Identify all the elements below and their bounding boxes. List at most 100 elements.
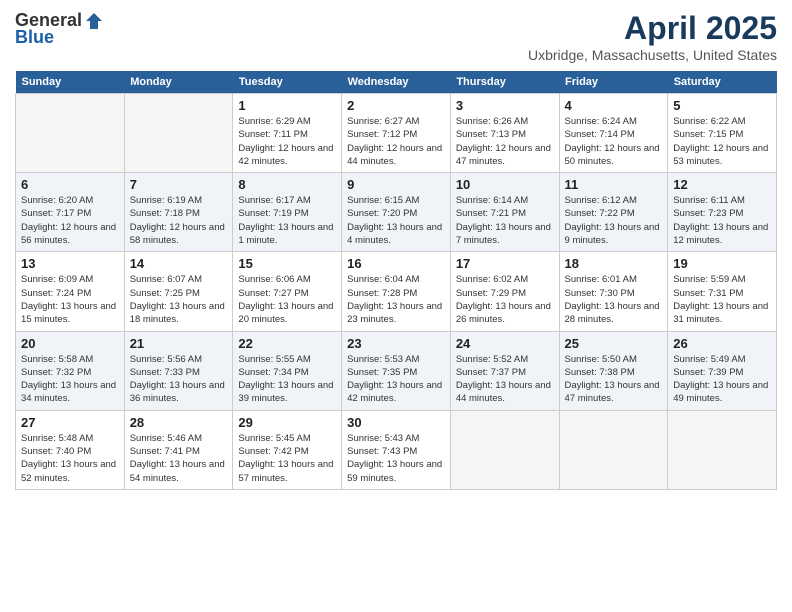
day-number: 28 (130, 415, 228, 430)
calendar-cell: 18 Sunrise: 6:01 AMSunset: 7:30 PMDayligh… (559, 252, 668, 331)
cell-info: Sunrise: 5:43 AMSunset: 7:43 PMDaylight:… (347, 432, 445, 485)
day-number: 9 (347, 177, 445, 192)
day-number: 16 (347, 256, 445, 271)
calendar-cell: 20Sunrise: 5:58 AMSunset: 7:32 PMDayligh… (16, 331, 125, 410)
calendar-cell: 10 Sunrise: 6:14 AMSunset: 7:21 PMDayligh… (450, 173, 559, 252)
calendar-cell: 9 Sunrise: 6:15 AMSunset: 7:20 PMDaylight… (342, 173, 451, 252)
day-header-thursday: Thursday (450, 71, 559, 94)
cell-info: Sunrise: 6:01 AMSunset: 7:30 PMDaylight:… (565, 273, 663, 326)
calendar-cell (668, 410, 777, 489)
calendar-cell: 15Sunrise: 6:06 AMSunset: 7:27 PMDayligh… (233, 252, 342, 331)
calendar-week-row: 20Sunrise: 5:58 AMSunset: 7:32 PMDayligh… (16, 331, 777, 410)
cell-info: Sunrise: 6:27 AMSunset: 7:12 PMDaylight:… (347, 115, 445, 168)
cell-info: Sunrise: 6:04 AMSunset: 7:28 PMDaylight:… (347, 273, 445, 326)
day-number: 24 (456, 336, 554, 351)
calendar-cell: 5 Sunrise: 6:22 AMSunset: 7:15 PMDaylight… (668, 94, 777, 173)
day-number: 22 (238, 336, 336, 351)
day-number: 1 (238, 98, 336, 113)
calendar-table: SundayMondayTuesdayWednesdayThursdayFrid… (15, 71, 777, 490)
calendar-cell: 2 Sunrise: 6:27 AMSunset: 7:12 PMDaylight… (342, 94, 451, 173)
cell-info: Sunrise: 5:50 AMSunset: 7:38 PMDaylight:… (565, 353, 663, 406)
cell-info: Sunrise: 6:19 AMSunset: 7:18 PMDaylight:… (130, 194, 228, 247)
cell-info: Sunrise: 6:22 AMSunset: 7:15 PMDaylight:… (673, 115, 771, 168)
calendar-cell: 3Sunrise: 6:26 AMSunset: 7:13 PMDaylight… (450, 94, 559, 173)
day-number: 18 (565, 256, 663, 271)
cell-info: Sunrise: 5:48 AMSunset: 7:40 PMDaylight:… (21, 432, 119, 485)
cell-info: Sunrise: 6:29 AMSunset: 7:11 PMDaylight:… (238, 115, 336, 168)
logo: General Blue (15, 10, 104, 48)
calendar-week-row: 13 Sunrise: 6:09 AMSunset: 7:24 PMDayligh… (16, 252, 777, 331)
calendar-cell: 1 Sunrise: 6:29 AMSunset: 7:11 PMDaylight… (233, 94, 342, 173)
days-header-row: SundayMondayTuesdayWednesdayThursdayFrid… (16, 71, 777, 94)
cell-info: Sunrise: 6:11 AMSunset: 7:23 PMDaylight:… (673, 194, 771, 247)
day-number: 21 (130, 336, 228, 351)
day-number: 30 (347, 415, 445, 430)
day-header-tuesday: Tuesday (233, 71, 342, 94)
calendar-cell: 28 Sunrise: 5:46 AMSunset: 7:41 PMDayligh… (124, 410, 233, 489)
day-number: 29 (238, 415, 336, 430)
cell-info: Sunrise: 6:15 AMSunset: 7:20 PMDaylight:… (347, 194, 445, 247)
day-header-saturday: Saturday (668, 71, 777, 94)
day-number: 27 (21, 415, 119, 430)
calendar-cell: 23 Sunrise: 5:53 AMSunset: 7:35 PMDayligh… (342, 331, 451, 410)
calendar-cell: 14Sunrise: 6:07 AMSunset: 7:25 PMDayligh… (124, 252, 233, 331)
calendar-cell: 13 Sunrise: 6:09 AMSunset: 7:24 PMDayligh… (16, 252, 125, 331)
calendar-cell: 26 Sunrise: 5:49 AMSunset: 7:39 PMDayligh… (668, 331, 777, 410)
cell-info: Sunrise: 6:09 AMSunset: 7:24 PMDaylight:… (21, 273, 119, 326)
day-number: 6 (21, 177, 119, 192)
cell-info: Sunrise: 5:52 AMSunset: 7:37 PMDaylight:… (456, 353, 554, 406)
cell-info: Sunrise: 5:46 AMSunset: 7:41 PMDaylight:… (130, 432, 228, 485)
day-number: 7 (130, 177, 228, 192)
day-header-wednesday: Wednesday (342, 71, 451, 94)
cell-info: Sunrise: 6:14 AMSunset: 7:21 PMDaylight:… (456, 194, 554, 247)
day-number: 2 (347, 98, 445, 113)
location-text: Uxbridge, Massachusetts, United States (528, 47, 777, 63)
day-number: 19 (673, 256, 771, 271)
day-number: 17 (456, 256, 554, 271)
calendar-cell: 17 Sunrise: 6:02 AMSunset: 7:29 PMDayligh… (450, 252, 559, 331)
calendar-week-row: 1 Sunrise: 6:29 AMSunset: 7:11 PMDaylight… (16, 94, 777, 173)
title-block: April 2025 Uxbridge, Massachusetts, Unit… (528, 10, 777, 63)
cell-info: Sunrise: 6:06 AMSunset: 7:27 PMDaylight:… (238, 273, 336, 326)
day-number: 25 (565, 336, 663, 351)
day-number: 10 (456, 177, 554, 192)
calendar-cell: 6Sunrise: 6:20 AMSunset: 7:17 PMDaylight… (16, 173, 125, 252)
day-number: 5 (673, 98, 771, 113)
cell-info: Sunrise: 6:12 AMSunset: 7:22 PMDaylight:… (565, 194, 663, 247)
cell-info: Sunrise: 5:49 AMSunset: 7:39 PMDaylight:… (673, 353, 771, 406)
calendar-cell: 7 Sunrise: 6:19 AMSunset: 7:18 PMDaylight… (124, 173, 233, 252)
calendar-cell: 8Sunrise: 6:17 AMSunset: 7:19 PMDaylight… (233, 173, 342, 252)
calendar-cell: 12 Sunrise: 6:11 AMSunset: 7:23 PMDayligh… (668, 173, 777, 252)
header: General Blue April 2025 Uxbridge, Massac… (15, 10, 777, 63)
day-number: 14 (130, 256, 228, 271)
cell-info: Sunrise: 6:02 AMSunset: 7:29 PMDaylight:… (456, 273, 554, 326)
calendar-cell: 4 Sunrise: 6:24 AMSunset: 7:14 PMDaylight… (559, 94, 668, 173)
day-number: 23 (347, 336, 445, 351)
cell-info: Sunrise: 5:45 AMSunset: 7:42 PMDaylight:… (238, 432, 336, 485)
calendar-cell: 21Sunrise: 5:56 AMSunset: 7:33 PMDayligh… (124, 331, 233, 410)
page-container: General Blue April 2025 Uxbridge, Massac… (0, 0, 792, 500)
calendar-cell (124, 94, 233, 173)
calendar-cell (450, 410, 559, 489)
day-header-friday: Friday (559, 71, 668, 94)
day-number: 26 (673, 336, 771, 351)
day-header-monday: Monday (124, 71, 233, 94)
calendar-week-row: 6Sunrise: 6:20 AMSunset: 7:17 PMDaylight… (16, 173, 777, 252)
cell-info: Sunrise: 6:24 AMSunset: 7:14 PMDaylight:… (565, 115, 663, 168)
calendar-cell: 29 Sunrise: 5:45 AMSunset: 7:42 PMDayligh… (233, 410, 342, 489)
calendar-cell: 30 Sunrise: 5:43 AMSunset: 7:43 PMDayligh… (342, 410, 451, 489)
calendar-cell: 27 Sunrise: 5:48 AMSunset: 7:40 PMDayligh… (16, 410, 125, 489)
calendar-cell: 24 Sunrise: 5:52 AMSunset: 7:37 PMDayligh… (450, 331, 559, 410)
day-number: 8 (238, 177, 336, 192)
cell-info: Sunrise: 5:53 AMSunset: 7:35 PMDaylight:… (347, 353, 445, 406)
day-number: 13 (21, 256, 119, 271)
calendar-cell: 22Sunrise: 5:55 AMSunset: 7:34 PMDayligh… (233, 331, 342, 410)
day-header-sunday: Sunday (16, 71, 125, 94)
cell-info: Sunrise: 5:58 AMSunset: 7:32 PMDaylight:… (21, 353, 119, 406)
month-title: April 2025 (528, 10, 777, 47)
day-number: 4 (565, 98, 663, 113)
day-number: 12 (673, 177, 771, 192)
calendar-cell: 19Sunrise: 5:59 AMSunset: 7:31 PMDayligh… (668, 252, 777, 331)
calendar-cell: 25 Sunrise: 5:50 AMSunset: 7:38 PMDayligh… (559, 331, 668, 410)
logo-blue-text: Blue (15, 27, 104, 48)
